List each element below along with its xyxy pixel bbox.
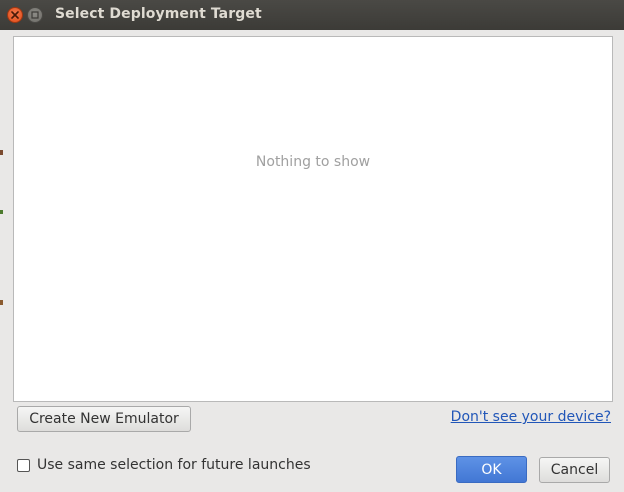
same-selection-option[interactable]: Use same selection for future launches: [17, 457, 311, 473]
maximize-icon: [31, 11, 39, 19]
maximize-window-button[interactable]: [27, 7, 43, 23]
same-selection-label[interactable]: Use same selection for future launches: [37, 457, 311, 473]
window-title: Select Deployment Target: [55, 6, 262, 22]
close-window-button[interactable]: [7, 7, 23, 23]
dialog-window: Select Deployment Target Nothing to show…: [0, 0, 624, 492]
cancel-button[interactable]: Cancel: [539, 457, 610, 483]
create-new-emulator-button[interactable]: Create New Emulator: [17, 406, 191, 432]
empty-list-message: Nothing to show: [255, 154, 371, 170]
background-window-edge: [0, 30, 3, 492]
dont-see-device-link[interactable]: Don't see your device?: [451, 409, 611, 425]
title-bar[interactable]: Select Deployment Target: [0, 0, 624, 30]
close-icon: [11, 11, 19, 19]
same-selection-checkbox[interactable]: [17, 458, 30, 472]
ok-button[interactable]: OK: [456, 456, 527, 483]
device-list[interactable]: Nothing to show: [13, 36, 613, 402]
